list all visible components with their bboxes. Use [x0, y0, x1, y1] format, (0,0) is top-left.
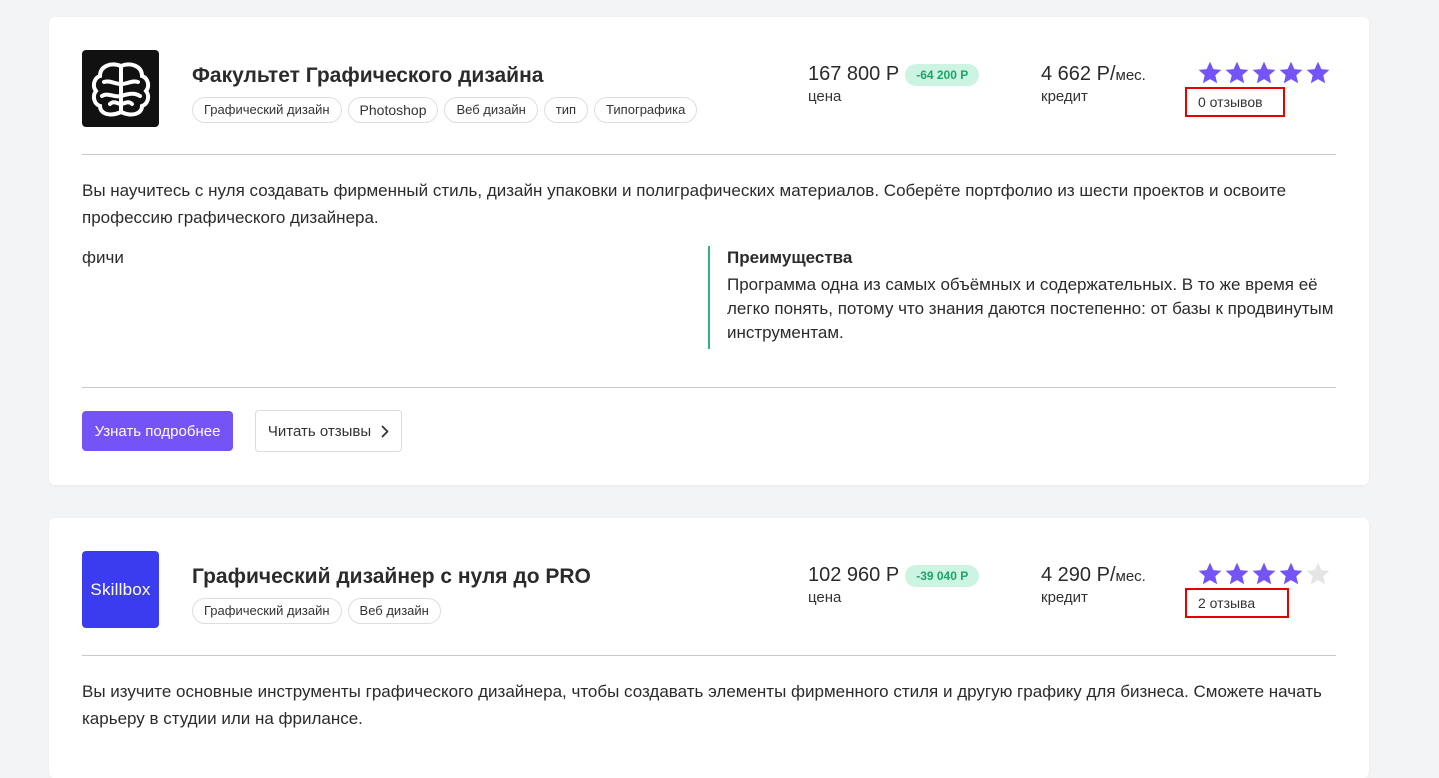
tag[interactable]: тип: [543, 97, 589, 123]
star-icon: [1306, 61, 1330, 84]
discount-badge: -64 200 Р: [905, 63, 980, 86]
tag[interactable]: Веб дизайн: [444, 97, 538, 123]
credit-caption: кредит: [1041, 88, 1088, 105]
advantages-block: Преимущества Программа одна из самых объ…: [708, 246, 1338, 349]
tag[interactable]: Photoshop: [347, 97, 439, 123]
advantages-title: Преимущества: [727, 248, 853, 267]
rating-stars: [1197, 60, 1331, 86]
credit-caption: кредит: [1041, 589, 1088, 606]
credit-value: 4 662 Р/: [1041, 63, 1116, 85]
divider: [82, 655, 1336, 656]
features-label: фичи: [82, 248, 124, 267]
divider: [82, 154, 1336, 155]
star-icon: [1252, 61, 1276, 84]
discount-badge: -39 040 Р: [905, 564, 980, 587]
star-icon: [1225, 562, 1249, 585]
star-icon: [1279, 61, 1303, 84]
learn-more-button[interactable]: Узнать подробнее: [82, 411, 233, 451]
reviews-count-link[interactable]: 0 отзывов: [1185, 87, 1285, 117]
star-icon: [1306, 562, 1330, 585]
reviews-count-link[interactable]: 2 отзыва: [1185, 588, 1289, 618]
course-description: Вы научитесь с нуля создавать фирменный …: [82, 181, 1287, 227]
tag[interactable]: Графический дизайн: [192, 598, 342, 624]
credit-value: 4 290 Р/: [1041, 564, 1116, 586]
advantages-text: Программа одна из самых объёмных и содер…: [727, 275, 1334, 342]
divider: [82, 387, 1336, 388]
course-card: Факультет Графического дизайна Графическ…: [49, 17, 1369, 485]
price-block: 102 960 Р -39 040 Р цена: [808, 564, 980, 606]
course-description: Вы изучите основные инструменты графичес…: [82, 682, 1322, 728]
tag[interactable]: Веб дизайн: [347, 598, 441, 624]
tag[interactable]: Графический дизайн: [192, 97, 342, 123]
rating-stars: [1197, 561, 1331, 587]
tag-list: Графический дизайн Веб дизайн: [192, 598, 441, 624]
star-icon: [1225, 61, 1249, 84]
course-title[interactable]: Графический дизайнер с нуля до PRO: [192, 565, 591, 589]
credit-unit: мес.: [1115, 67, 1146, 84]
star-icon: [1198, 61, 1222, 84]
star-icon: [1279, 562, 1303, 585]
credit-block: 4 290 Р/мес. кредит: [1041, 564, 1146, 606]
price-value: 167 800 Р: [808, 63, 900, 85]
star-icon: [1252, 562, 1276, 585]
read-reviews-label: Читать отзывы: [267, 422, 372, 440]
skillbox-logo[interactable]: Skillbox: [82, 551, 159, 628]
star-icon: [1198, 562, 1222, 585]
price-block: 167 800 Р -64 200 Р цена: [808, 63, 980, 105]
price-value: 102 960 Р: [808, 564, 900, 586]
tag[interactable]: Типографика: [594, 97, 698, 123]
read-reviews-button[interactable]: Читать отзывы: [255, 410, 402, 452]
brain-logo-icon[interactable]: [82, 50, 159, 127]
credit-block: 4 662 Р/мес. кредит: [1041, 63, 1146, 105]
credit-unit: мес.: [1115, 568, 1146, 585]
price-caption: цена: [808, 589, 842, 606]
tag-list: Графический дизайн Photoshop Веб дизайн …: [192, 97, 698, 123]
course-card: Skillbox Графический дизайнер с нуля до …: [49, 518, 1369, 778]
price-caption: цена: [808, 88, 842, 105]
chevron-right-icon: [381, 425, 389, 437]
course-title[interactable]: Факультет Графического дизайна: [192, 64, 543, 88]
